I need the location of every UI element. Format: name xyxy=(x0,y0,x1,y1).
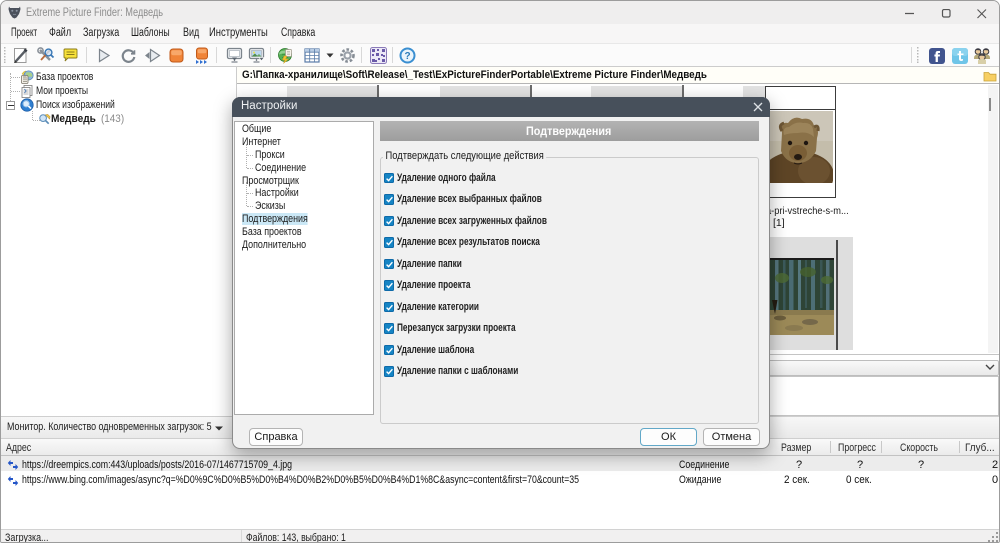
svg-text:?: ? xyxy=(404,51,410,62)
